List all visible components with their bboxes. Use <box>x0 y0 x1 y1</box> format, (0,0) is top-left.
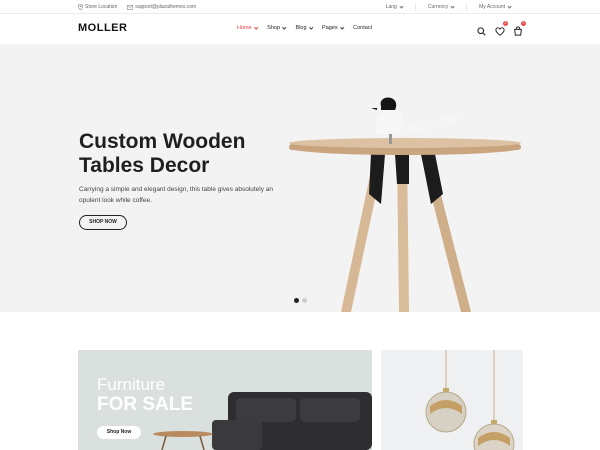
lang-dropdown[interactable]: Lang <box>374 4 415 11</box>
chevron-down-icon <box>309 25 313 29</box>
currency-label: Currency <box>427 4 449 10</box>
chevron-down-icon <box>399 4 404 9</box>
pendant-lamp-image <box>425 350 515 450</box>
mail-icon <box>127 4 134 10</box>
chevron-down-icon <box>282 25 287 29</box>
account-label: My Account <box>479 4 505 10</box>
top-bar: Store Location support@plazathemes.com L… <box>0 0 600 14</box>
cart-icon[interactable]: 0 <box>513 21 526 36</box>
hero-table-image <box>289 97 521 312</box>
chevron-down-icon <box>507 4 512 9</box>
email-label: support@plazathemes.com <box>135 4 197 10</box>
banner-shop-now-button[interactable]: Shop Now <box>97 426 141 439</box>
nav-item-blog[interactable]: Blog <box>296 25 313 31</box>
nav-item-home[interactable]: Home <box>237 25 258 31</box>
heart-icon[interactable]: 0 <box>495 21 508 36</box>
main-header: MOLLER Home Shop Blog Pages Contact 0 0 <box>0 14 600 44</box>
email-link[interactable]: support@plazathemes.com <box>127 4 196 10</box>
slider-dot[interactable] <box>294 298 299 303</box>
slider-dot[interactable] <box>302 298 307 303</box>
shop-now-button[interactable]: SHOP NOW <box>79 215 127 230</box>
hero-title: Custom Wooden Tables Decor <box>79 130 279 178</box>
nav-item-contact[interactable]: Contact <box>353 25 372 31</box>
wishlist-count-badge: 0 <box>503 21 508 26</box>
account-dropdown[interactable]: My Account <box>466 4 523 11</box>
hero-title-line: Custom Wooden <box>79 130 246 153</box>
nav-label: Contact <box>353 25 373 31</box>
hero-title-line: Tables Decor <box>79 154 210 177</box>
store-location-label: Store Location <box>85 4 118 10</box>
nav-item-pages[interactable]: Pages <box>322 25 344 31</box>
site-logo[interactable]: MOLLER <box>78 22 127 34</box>
furniture-sale-banner[interactable]: Furniture FOR SALE Shop Now <box>78 350 372 450</box>
hero-description: Carrying a simple and elegant design, th… <box>79 186 274 204</box>
chevron-down-icon <box>340 25 344 29</box>
banner-title: Furniture <box>97 375 166 394</box>
cart-count-badge: 0 <box>521 21 526 26</box>
banner-subtitle: FOR SALE <box>97 394 194 415</box>
nav-label: Blog <box>295 25 307 31</box>
nav-label: Shop <box>267 25 281 31</box>
currency-dropdown[interactable]: Currency <box>414 4 466 11</box>
search-icon[interactable] <box>477 23 487 36</box>
nav-item-shop[interactable]: Shop <box>267 25 287 31</box>
nav-label: Pages <box>322 25 338 31</box>
nav-label: Home <box>237 25 252 31</box>
main-nav: Home Shop Blog Pages Contact <box>237 25 372 31</box>
chevron-down-icon <box>450 4 455 9</box>
hero-slider: Custom Wooden Tables Decor Carrying a si… <box>0 44 600 312</box>
chevron-down-icon <box>254 25 258 29</box>
lang-label: Lang <box>385 4 397 10</box>
store-location-link[interactable]: Store Location <box>78 4 117 10</box>
lamp-banner[interactable] <box>381 350 523 450</box>
map-pin-icon <box>78 4 83 10</box>
slider-dots <box>294 298 307 303</box>
